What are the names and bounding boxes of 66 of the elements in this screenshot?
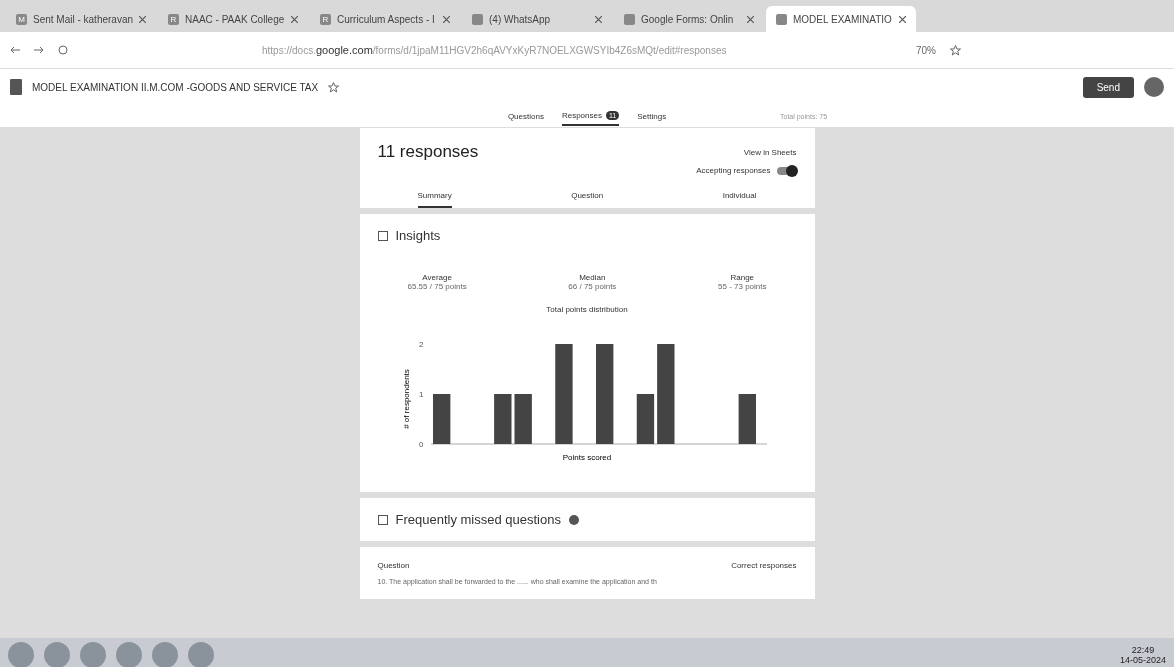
tab-icon: M bbox=[16, 13, 27, 25]
close-icon[interactable] bbox=[291, 15, 298, 23]
response-tab[interactable]: Question bbox=[571, 191, 604, 208]
stat-value: 55 - 73 points bbox=[718, 282, 767, 291]
expand-icon[interactable] bbox=[377, 514, 388, 525]
tab-title: MODEL EXAMINATIO bbox=[793, 13, 892, 25]
section-title: Insights bbox=[395, 228, 441, 243]
y-tick-label: 2 bbox=[419, 340, 424, 349]
star-icon[interactable] bbox=[328, 81, 340, 93]
chart-title: Total points distribution bbox=[545, 305, 629, 314]
star-icon[interactable] bbox=[950, 44, 961, 56]
back-icon[interactable] bbox=[10, 46, 20, 54]
x-axis-label: Points scored bbox=[562, 453, 612, 462]
response-tab[interactable]: Summary bbox=[417, 191, 452, 208]
accepting-label: Accepting responses bbox=[696, 166, 771, 175]
stat-value: 66 / 75 points bbox=[568, 282, 617, 291]
avatar-icon[interactable] bbox=[1144, 77, 1164, 97]
clock[interactable]: 22:49 14-05-2024 bbox=[1119, 645, 1166, 665]
tab-icon bbox=[624, 13, 635, 25]
tab-title: NAAC - PAAK College bbox=[185, 13, 285, 25]
close-icon[interactable] bbox=[139, 15, 146, 23]
bar bbox=[433, 394, 451, 444]
browser-tab[interactable]: Google Forms: Onlin bbox=[614, 6, 764, 32]
browser-tab[interactable]: M Sent Mail - katheravan bbox=[6, 6, 156, 32]
y-axis-label: # of respondents bbox=[402, 369, 411, 429]
toggle-switch[interactable] bbox=[776, 166, 797, 175]
tab-title: Curriculum Aspects - I bbox=[337, 13, 435, 25]
section-title: Frequently missed questions bbox=[395, 512, 561, 527]
tab-title: Google Forms: Onlin bbox=[641, 13, 734, 25]
form-tab[interactable]: Settings bbox=[637, 107, 667, 125]
y-tick-label: 0 bbox=[419, 440, 424, 449]
y-tick-label: 1 bbox=[419, 390, 424, 399]
browser-tab[interactable]: R Curriculum Aspects - I bbox=[310, 6, 460, 32]
tab-icon bbox=[472, 13, 483, 25]
tab-icon bbox=[776, 13, 787, 25]
tab-title: Sent Mail - katheravan bbox=[32, 13, 134, 25]
column-header: Correct responses bbox=[731, 561, 797, 570]
tab-title: (4) WhatsApp bbox=[489, 13, 551, 25]
browser-tab[interactable]: MODEL EXAMINATIO bbox=[766, 6, 916, 32]
responses-title: 11 responses bbox=[377, 142, 479, 162]
bar bbox=[494, 394, 512, 444]
stat-label: Range bbox=[729, 273, 756, 282]
url-field[interactable]: https://docs.google.com/forms/d/1jpaM11HGV2h6qAVYxKyR7NOELXGWSYIb4Z6sMQt/edit#responses bbox=[262, 44, 902, 56]
close-icon[interactable] bbox=[443, 15, 450, 23]
browser-tab[interactable]: (4) WhatsApp bbox=[462, 6, 612, 32]
zoom-level[interactable]: 70% bbox=[916, 44, 936, 56]
response-tab[interactable]: Individual bbox=[722, 191, 757, 208]
close-icon[interactable] bbox=[595, 15, 602, 23]
send-button[interactable]: Send bbox=[1082, 76, 1134, 98]
stat-value: 65.55 / 75 points bbox=[407, 282, 467, 291]
stat-label: Median bbox=[578, 273, 607, 282]
bar bbox=[514, 394, 532, 444]
view-in-sheets-button[interactable]: View in Sheets bbox=[743, 147, 797, 157]
bar bbox=[636, 394, 655, 444]
forward-icon[interactable] bbox=[34, 46, 44, 54]
form-title: MODEL EXAMINATION II.M.COM -GOODS AND SERVICE TAX bbox=[32, 81, 319, 93]
close-icon[interactable] bbox=[899, 15, 906, 23]
bar bbox=[738, 394, 756, 444]
close-icon[interactable] bbox=[747, 15, 754, 23]
column-header: Question bbox=[377, 561, 410, 570]
tab-icon: R bbox=[320, 13, 331, 25]
tab-icon: R bbox=[168, 13, 179, 25]
insights-icon bbox=[377, 230, 388, 241]
form-tab[interactable]: Questions bbox=[507, 107, 544, 125]
browser-tab[interactable]: R NAAC - PAAK College bbox=[158, 6, 308, 32]
stat-label: Average bbox=[421, 273, 453, 282]
